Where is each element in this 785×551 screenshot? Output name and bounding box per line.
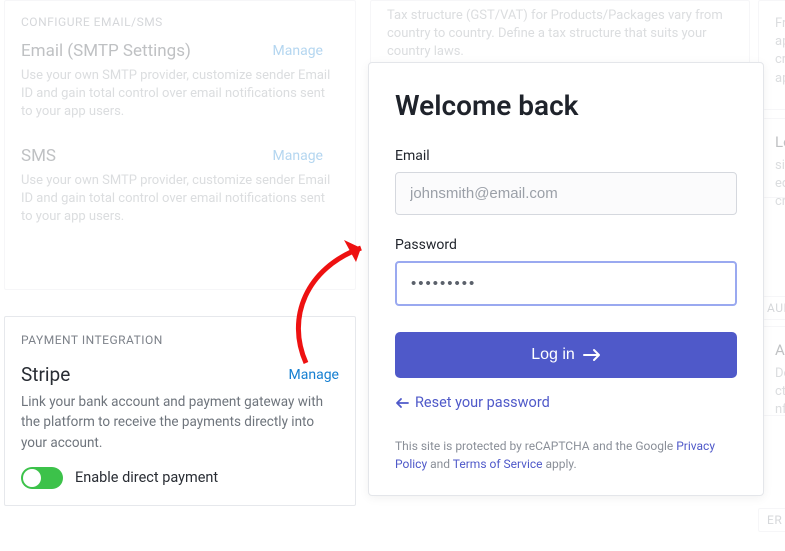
legal-text: This site is protected by reCAPTCHA and … [395, 437, 737, 473]
tax-desc: Tax structure (GST/VAT) for Products/Pac… [387, 7, 733, 62]
legal-suffix: apply. [543, 457, 577, 471]
reset-password-link[interactable]: Reset your password [395, 394, 737, 411]
arrow-right-icon [583, 348, 601, 362]
frag-er: ER [767, 513, 785, 527]
email-settings-title: Email (SMTP Settings) [21, 41, 339, 61]
sms-manage-link[interactable]: Manage [273, 148, 323, 164]
frag-nfo: nfo [775, 401, 785, 419]
login-title: Welcome back [395, 89, 737, 122]
payment-card: PAYMENT INTEGRATION Stripe Manage Link y… [4, 316, 356, 506]
login-button[interactable]: Log in [395, 332, 737, 378]
config-card: CONFIGURE EMAIL/SMS Email (SMTP Settings… [4, 0, 356, 290]
email-settings-desc: Use your own SMTP provider, customize se… [21, 67, 339, 122]
frag-sign: sign [775, 157, 785, 175]
terms-link[interactable]: Terms of Service [453, 457, 543, 471]
frag-edit: edit [775, 175, 785, 193]
payment-desc: Link your bank account and payment gatew… [21, 392, 339, 453]
right-frag-5: ER [758, 508, 785, 532]
frag-app2: app [775, 70, 785, 88]
sms-settings-desc: Use your own SMTP provider, customize se… [21, 172, 339, 227]
email-label: Email [395, 148, 737, 164]
toggle-label: Enable direct payment [75, 469, 218, 486]
arrow-left-icon [395, 397, 409, 409]
legal-prefix: This site is protected by reCAPTCHA and … [395, 439, 676, 453]
sms-settings-title: SMS [21, 146, 339, 166]
login-button-label: Log in [531, 346, 575, 364]
config-section-title: CONFIGURE EMAIL/SMS [21, 15, 339, 29]
email-manage-link[interactable]: Manage [273, 43, 323, 59]
email-field[interactable] [395, 172, 737, 215]
frag-creat: creat [775, 193, 785, 211]
toggle-knob [23, 469, 41, 487]
payment-section-title: PAYMENT INTEGRATION [21, 333, 339, 347]
frag-ctiv: ctiv [775, 383, 785, 401]
password-field[interactable] [395, 261, 737, 306]
frag-cred1: cred [775, 51, 785, 69]
frag-aud-title: Auc [775, 341, 785, 359]
login-card: Welcome back Email Password Log in Reset… [368, 62, 764, 496]
password-label: Password [395, 237, 737, 253]
frag-log: Log [775, 133, 785, 151]
tax-card: Tax structure (GST/VAT) for Products/Pac… [370, 0, 750, 64]
direct-payment-toggle[interactable] [21, 467, 63, 489]
frag-aud-upper: AUD [767, 301, 785, 315]
reset-password-label: Reset your password [415, 394, 550, 411]
frag-from: From [775, 15, 785, 33]
payment-manage-link[interactable]: Manage [289, 367, 339, 383]
legal-and: and [427, 457, 453, 471]
frag-app1: app [775, 33, 785, 51]
frag-dow: Dow [775, 365, 785, 383]
